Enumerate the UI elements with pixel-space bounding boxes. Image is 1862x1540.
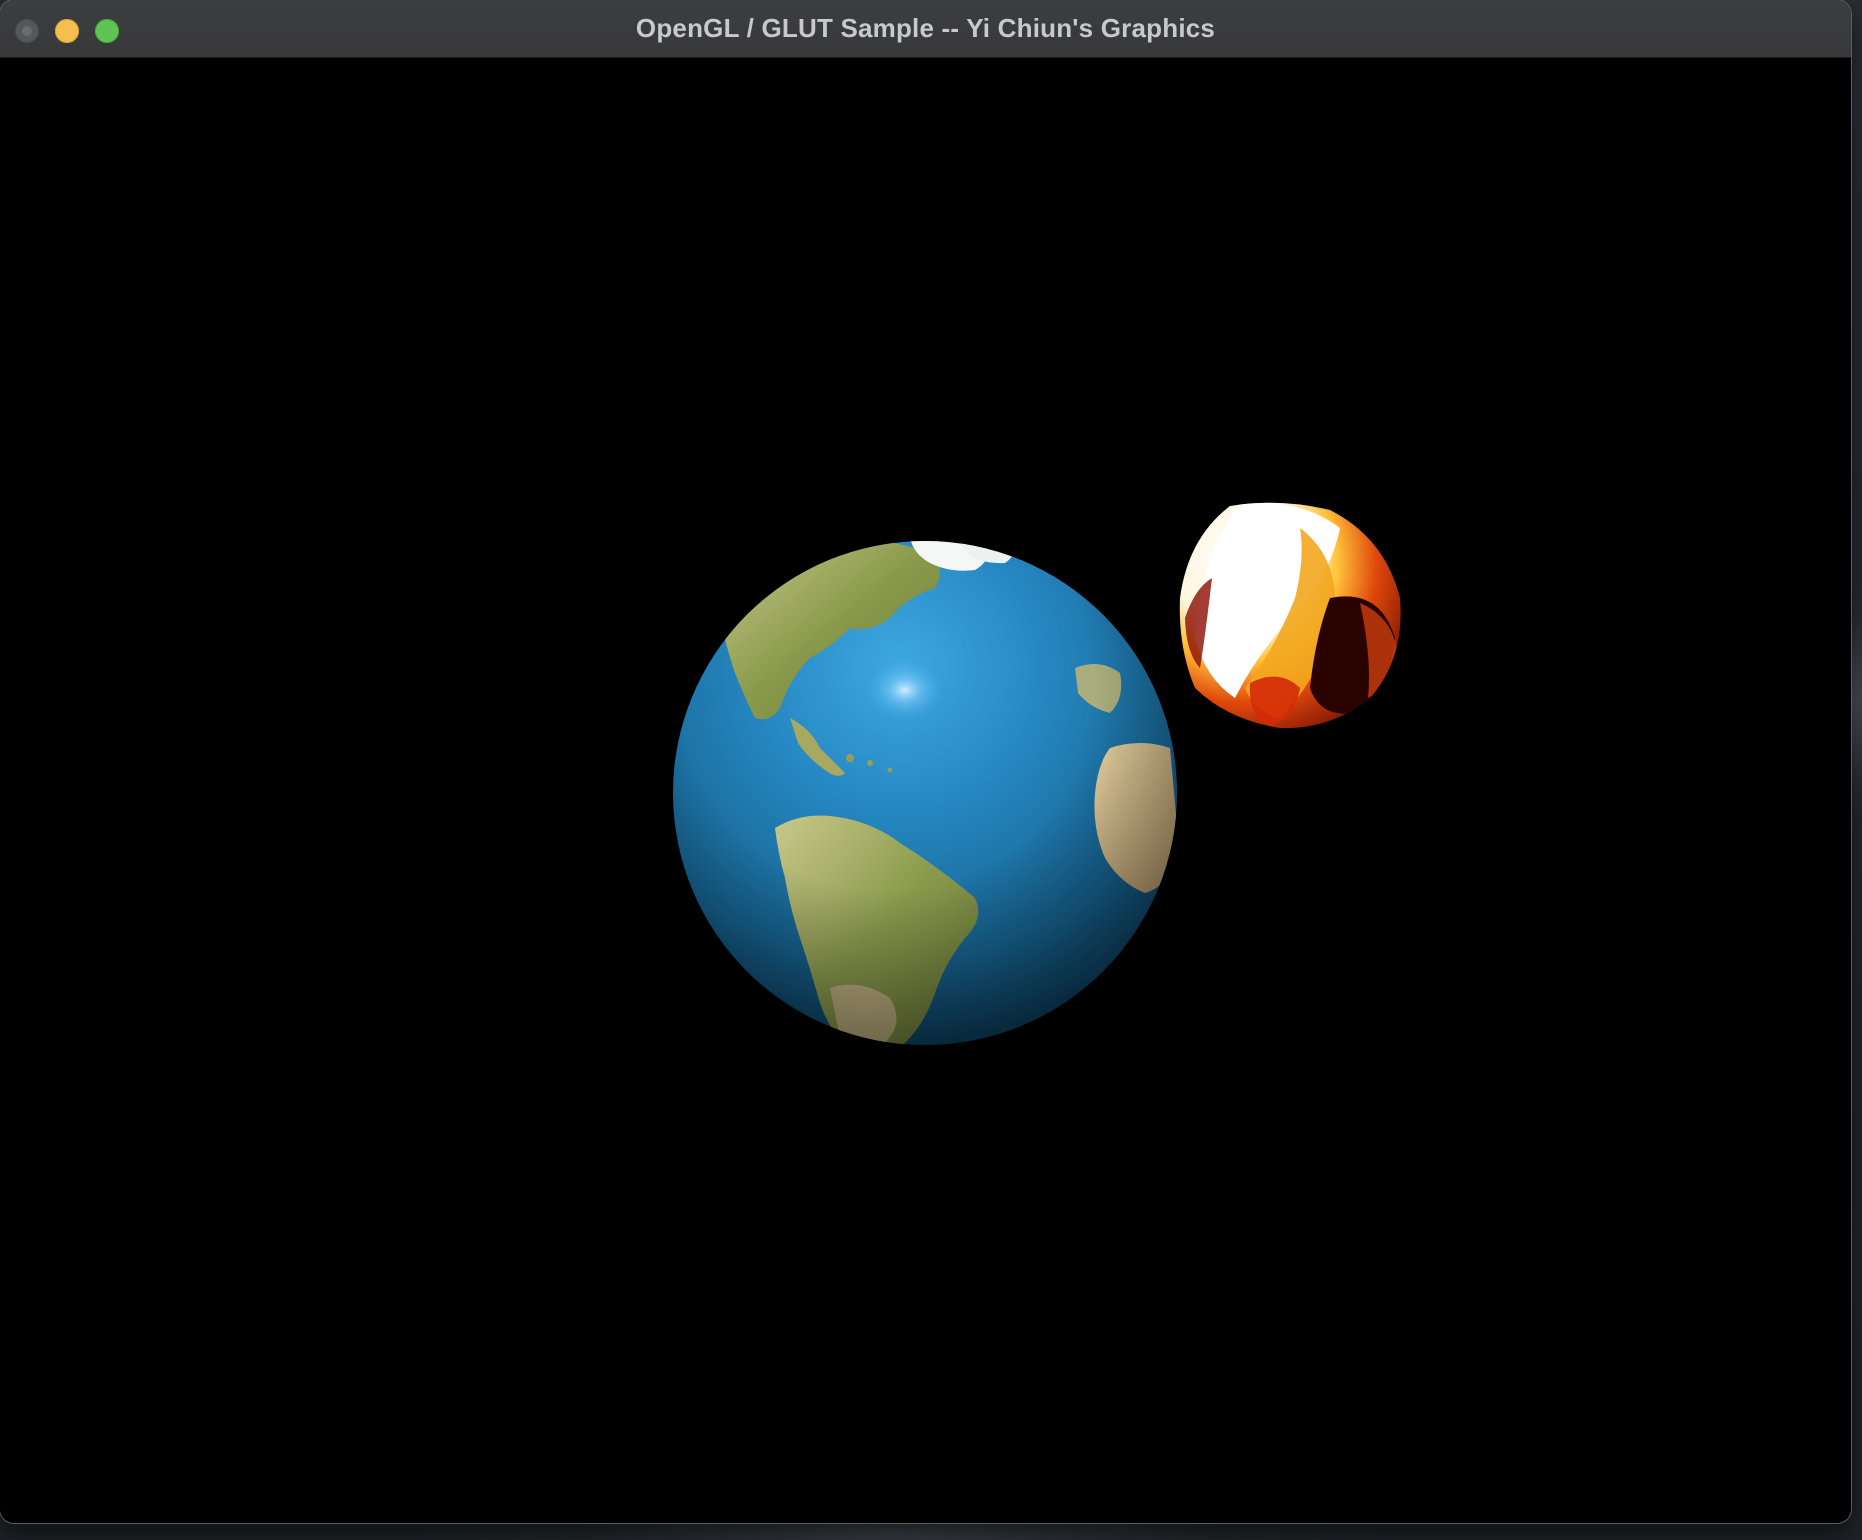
- app-window: OpenGL / GLUT Sample -- Yi Chiun's Graph…: [0, 0, 1851, 1523]
- title-bar[interactable]: OpenGL / GLUT Sample -- Yi Chiun's Graph…: [0, 0, 1851, 58]
- fire-sphere: [1179, 502, 1401, 729]
- opengl-viewport[interactable]: [0, 58, 1851, 1523]
- window-title: OpenGL / GLUT Sample -- Yi Chiun's Graph…: [635, 13, 1216, 43]
- scene-canvas: [673, 502, 1401, 1045]
- earth-globe: [673, 541, 1177, 1045]
